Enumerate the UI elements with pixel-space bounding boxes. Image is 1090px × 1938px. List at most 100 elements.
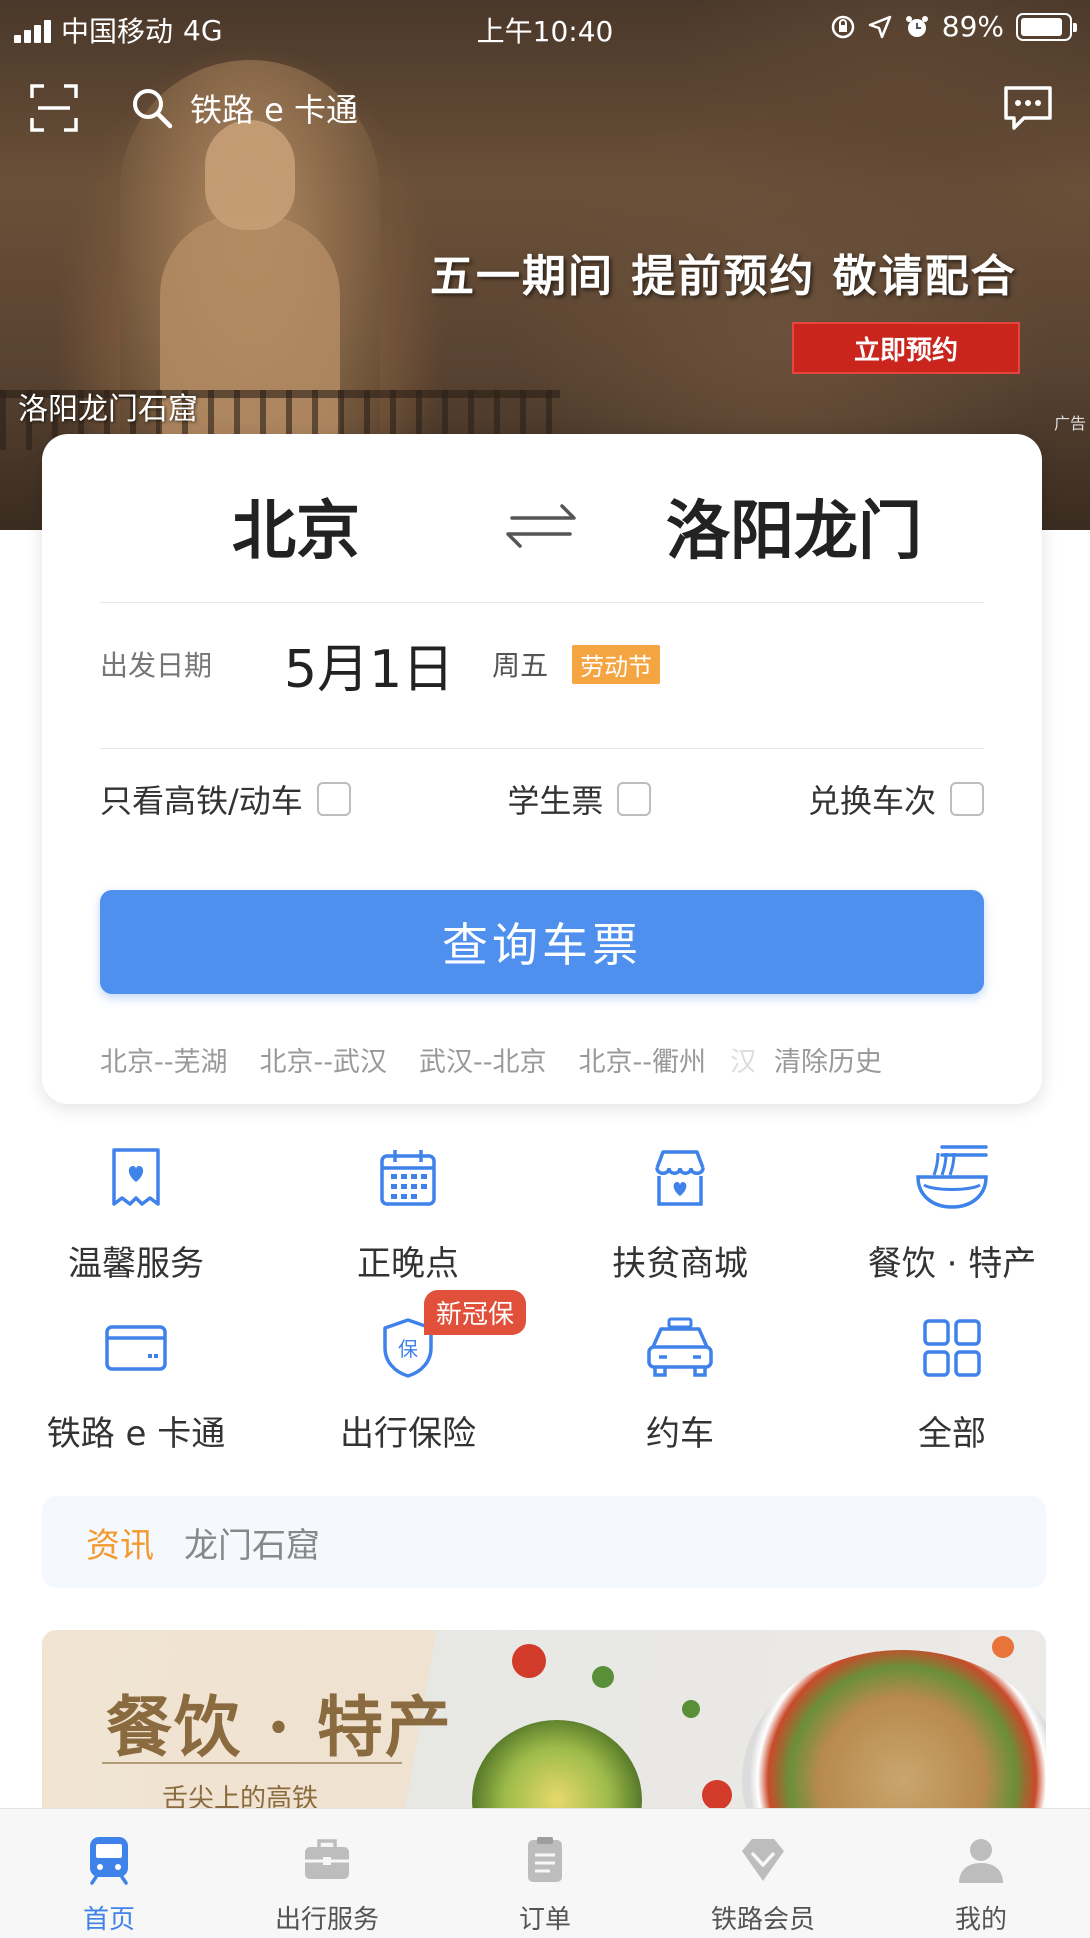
service-ride-hailing[interactable]: 约车 bbox=[544, 1310, 816, 1460]
banner-place-label: 洛阳龙门石窟 bbox=[18, 392, 198, 427]
ad-tag: 广告 bbox=[1053, 414, 1086, 433]
train-icon bbox=[90, 1837, 128, 1885]
banner-reserve-button[interactable]: 立即预约 bbox=[792, 322, 1020, 374]
ticket-options: 只看高铁/动车 学生票 兑换车次 bbox=[100, 764, 984, 834]
battery-fill bbox=[1021, 17, 1062, 36]
clipboard-icon bbox=[528, 1837, 562, 1882]
date-value: 5月1日 bbox=[284, 639, 455, 700]
food-banner-subtitle: 舌尖上的高铁 bbox=[162, 1784, 319, 1810]
status-bar: 中国移动 4G 上午10:40 89% bbox=[0, 0, 1090, 56]
briefcase-icon bbox=[305, 1839, 349, 1879]
shop-icon bbox=[655, 1150, 705, 1206]
service-punctuality[interactable]: 正晚点 bbox=[272, 1140, 544, 1290]
food-specialty-banner[interactable]: 餐饮 · 特产 舌尖上的高铁 bbox=[42, 1630, 1046, 1810]
history-item[interactable]: 北京--衢州 bbox=[579, 1040, 707, 1079]
service-label: 约车 bbox=[646, 1414, 714, 1454]
search-icon bbox=[133, 89, 173, 129]
high-speed-checkbox[interactable] bbox=[316, 782, 351, 816]
clear-history-button[interactable]: 清除历史 bbox=[774, 1040, 882, 1079]
card-icon bbox=[105, 1325, 167, 1371]
tab-label: 铁路会员 bbox=[710, 1905, 815, 1935]
option-exchange-label: 兑换车次 bbox=[807, 782, 936, 820]
food-banner-title: 餐饮 · 特产 bbox=[106, 1688, 453, 1766]
departure-station[interactable]: 北京 bbox=[232, 480, 360, 572]
diamond-icon bbox=[742, 1839, 784, 1881]
orientation-lock-icon bbox=[831, 15, 855, 38]
history-item[interactable]: 武汉--北京 bbox=[419, 1040, 547, 1079]
service-all[interactable]: 全部 bbox=[816, 1310, 1088, 1460]
news-tag: 资讯 bbox=[86, 1525, 154, 1566]
food-bowl-image bbox=[742, 1650, 1046, 1810]
service-rail-ecard[interactable]: 铁路 e 卡通 bbox=[0, 1310, 272, 1460]
service-travel-insurance[interactable]: 保 新冠保 出行保险 bbox=[272, 1290, 544, 1460]
service-label: 扶贫商城 bbox=[612, 1244, 748, 1284]
salad-bowl-image bbox=[472, 1720, 642, 1810]
status-right: 89% bbox=[830, 10, 1077, 43]
query-tickets-button[interactable]: 查询车票 bbox=[100, 890, 984, 994]
food-banner-divider bbox=[102, 1762, 402, 1764]
service-label: 铁路 e 卡通 bbox=[46, 1414, 226, 1454]
tab-label: 订单 bbox=[518, 1905, 571, 1935]
noodle-bowl-icon bbox=[916, 1145, 988, 1209]
divider bbox=[100, 748, 984, 749]
option-high-speed-label: 只看高铁/动车 bbox=[100, 782, 303, 820]
student-checkbox[interactable] bbox=[617, 782, 652, 816]
service-food-specialty[interactable]: 餐饮 · 特产 bbox=[816, 1140, 1088, 1290]
history-item-truncated[interactable]: 汉 bbox=[730, 1040, 754, 1079]
herb-image bbox=[592, 1666, 614, 1688]
service-grid: 温馨服务 正晚点 扶贫商城 餐饮 · 特产 铁路 e 卡通 保 新冠保 出行保险… bbox=[0, 1140, 1090, 1454]
history-item[interactable]: 北京--武汉 bbox=[260, 1040, 388, 1079]
tomato-image bbox=[512, 1644, 546, 1678]
service-label: 出行保险 bbox=[340, 1414, 476, 1454]
tab-travel-services[interactable]: 出行服务 bbox=[218, 1809, 436, 1938]
location-icon bbox=[868, 15, 892, 38]
departure-date-row[interactable]: 出发日期 5月1日 周五 劳动节 bbox=[100, 604, 984, 724]
tab-label: 首页 bbox=[82, 1905, 135, 1935]
alarm-icon bbox=[905, 15, 928, 37]
search-history: 北京--芜湖 北京--武汉 武汉--北京 北京--衢州 汉 清除历史 bbox=[100, 1034, 1000, 1084]
swap-stations-icon[interactable] bbox=[498, 498, 584, 554]
news-headline[interactable]: 龙门石窟 bbox=[184, 1518, 320, 1567]
news-strip[interactable]: 资讯 龙门石窟 bbox=[42, 1496, 1046, 1588]
service-poverty-mall[interactable]: 扶贫商城 bbox=[544, 1140, 816, 1290]
ticket-search-card: 北京 洛阳龙门 出发日期 5月1日 周五 劳动节 只看高铁/动车 学生票 兑换车… bbox=[42, 434, 1042, 1104]
tab-home[interactable]: 首页 bbox=[0, 1809, 218, 1938]
bottom-tab-bar: 首页 出行服务 订单 铁路会员 我的 bbox=[0, 1808, 1090, 1938]
date-label: 出发日期 bbox=[100, 649, 213, 682]
person-icon bbox=[959, 1839, 1003, 1883]
exchange-checkbox[interactable] bbox=[949, 782, 984, 816]
service-label: 餐饮 · 特产 bbox=[867, 1244, 1037, 1284]
station-row: 北京 洛阳龙门 bbox=[42, 468, 1042, 578]
tab-profile[interactable]: 我的 bbox=[872, 1809, 1090, 1938]
tab-rail-member[interactable]: 铁路会员 bbox=[654, 1809, 872, 1938]
battery-percent: 89% bbox=[941, 10, 1004, 43]
arrival-station[interactable]: 洛阳龙门 bbox=[666, 480, 922, 572]
tomato-image bbox=[702, 1780, 732, 1810]
car-icon bbox=[647, 1317, 713, 1377]
holiday-badge: 劳动节 bbox=[572, 644, 661, 684]
service-label: 温馨服务 bbox=[68, 1244, 204, 1284]
weekday-label: 周五 bbox=[492, 649, 549, 682]
search-placeholder: 铁路 e 卡通 bbox=[190, 91, 359, 129]
insurance-badge: 新冠保 bbox=[424, 1290, 527, 1335]
svg-text:保: 保 bbox=[398, 1337, 418, 1361]
divider bbox=[100, 602, 984, 603]
message-icon[interactable] bbox=[1002, 84, 1054, 132]
service-label: 正晚点 bbox=[357, 1244, 459, 1284]
search-box[interactable]: 铁路 e 卡通 bbox=[130, 80, 358, 136]
option-student[interactable]: 学生票 bbox=[507, 776, 652, 822]
history-item[interactable]: 北京--芜湖 bbox=[100, 1040, 228, 1079]
banner-headline: 五一期间 提前预约 敬请配合 bbox=[430, 251, 1017, 302]
service-label: 全部 bbox=[918, 1414, 986, 1454]
grid-icon bbox=[923, 1319, 981, 1377]
scan-icon[interactable] bbox=[30, 84, 78, 132]
battery-icon bbox=[1016, 12, 1077, 41]
carrot-image bbox=[992, 1636, 1014, 1658]
option-exchange[interactable]: 兑换车次 bbox=[808, 776, 984, 822]
option-high-speed[interactable]: 只看高铁/动车 bbox=[100, 776, 351, 822]
tab-label: 出行服务 bbox=[274, 1905, 379, 1935]
tab-label: 我的 bbox=[954, 1905, 1007, 1935]
service-warm-service[interactable]: 温馨服务 bbox=[0, 1140, 272, 1290]
tab-orders[interactable]: 订单 bbox=[436, 1809, 654, 1938]
warm-service-icon bbox=[112, 1148, 160, 1206]
